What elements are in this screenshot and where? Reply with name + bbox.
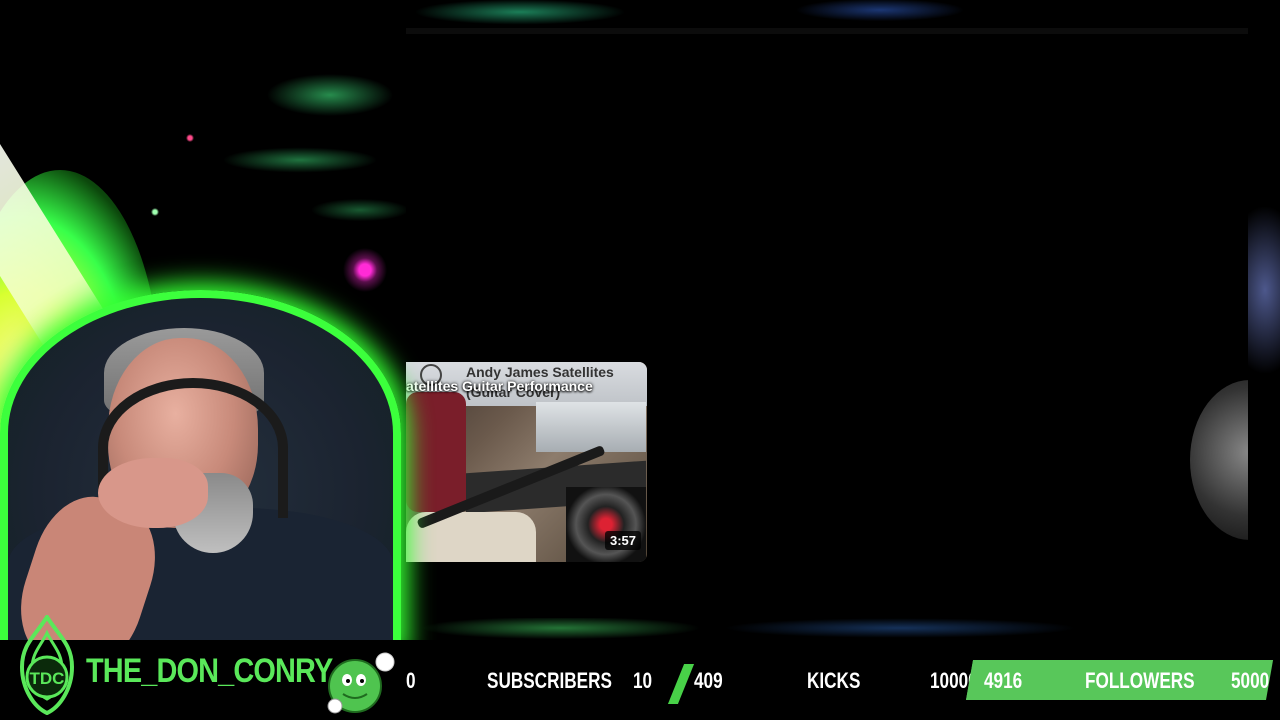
right-edge-mask — [1248, 380, 1280, 550]
webcam-feed — [0, 290, 401, 648]
kicks-label: KICKS — [807, 668, 861, 693]
guitarist-shirt — [406, 392, 466, 512]
channel-name: THE_DON_CONRY — [86, 652, 333, 690]
tdc-flame-logo-icon: TDC — [19, 615, 75, 715]
subscribers-current: 0 — [406, 668, 416, 693]
kicks-current: 409 — [694, 668, 723, 693]
panel-top-border — [406, 28, 1248, 34]
video-title[interactable]: atellites Guitar Performance — [406, 378, 593, 394]
followers-current: 4916 — [984, 668, 1023, 693]
subscribers-goal: 10 — [633, 668, 653, 693]
green-mascot-icon — [327, 652, 395, 714]
channel-emblem — [566, 487, 646, 562]
youtube-video-card[interactable]: Andy James Satellites (Guitar Cover) ate… — [406, 362, 647, 562]
video-duration-badge: 3:57 — [604, 531, 641, 550]
streamer-hand — [98, 458, 208, 528]
subscribers-label: SUBSCRIBERS — [487, 668, 612, 693]
logo-text: TDC — [30, 669, 65, 688]
studio-monitor — [536, 402, 646, 452]
followers-label: FOLLOWERS — [1085, 668, 1195, 693]
followers-goal: 5000 — [1231, 668, 1270, 693]
